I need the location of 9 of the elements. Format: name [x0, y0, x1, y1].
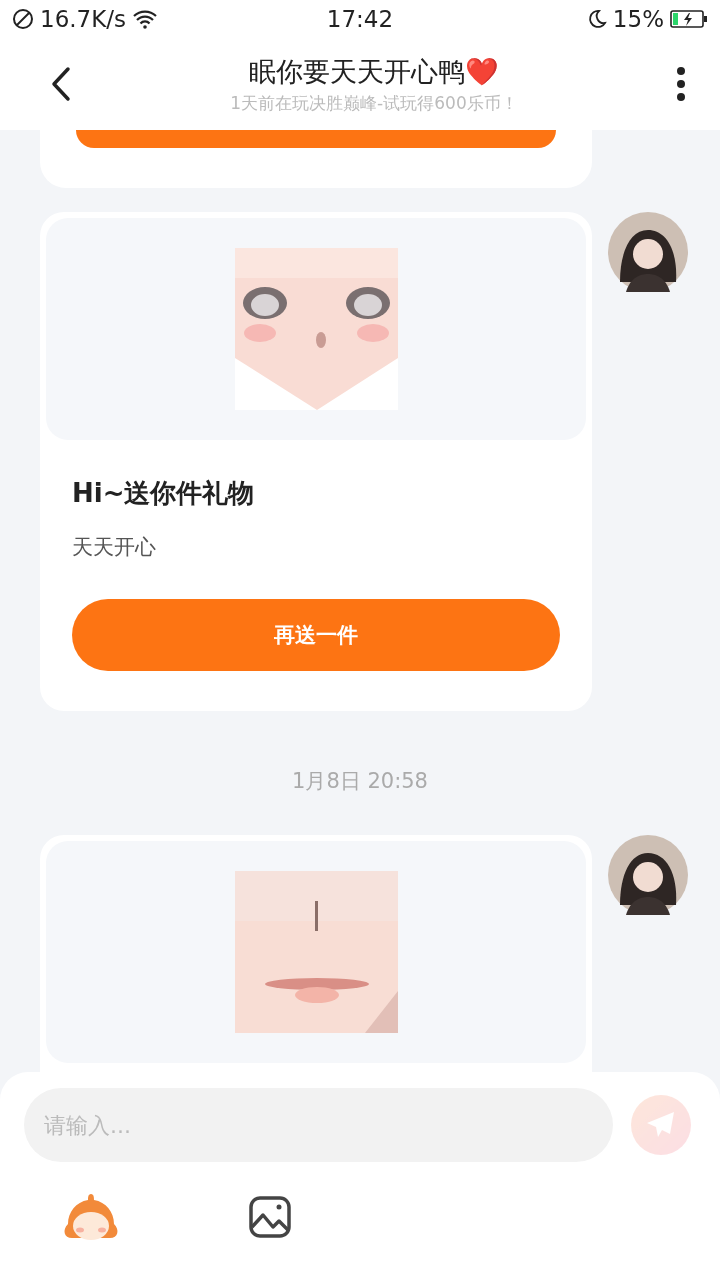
chat-subtitle: 1天前在玩决胜巅峰-试玩得600乐币！	[230, 91, 518, 115]
clock: 17:42	[326, 6, 394, 32]
gift-title: Hi~送你件礼物	[72, 477, 256, 510]
send-again-button[interactable]: 再送一件	[72, 599, 560, 671]
network-speed: 16.7K/s	[40, 6, 127, 32]
timestamp: 1月8日 20:58	[292, 768, 428, 795]
chat-title: 眠你要天天开心鸭❤	[249, 54, 499, 89]
battery-percent: 15%	[612, 6, 664, 32]
gift-message: 天天开心	[72, 534, 157, 561]
